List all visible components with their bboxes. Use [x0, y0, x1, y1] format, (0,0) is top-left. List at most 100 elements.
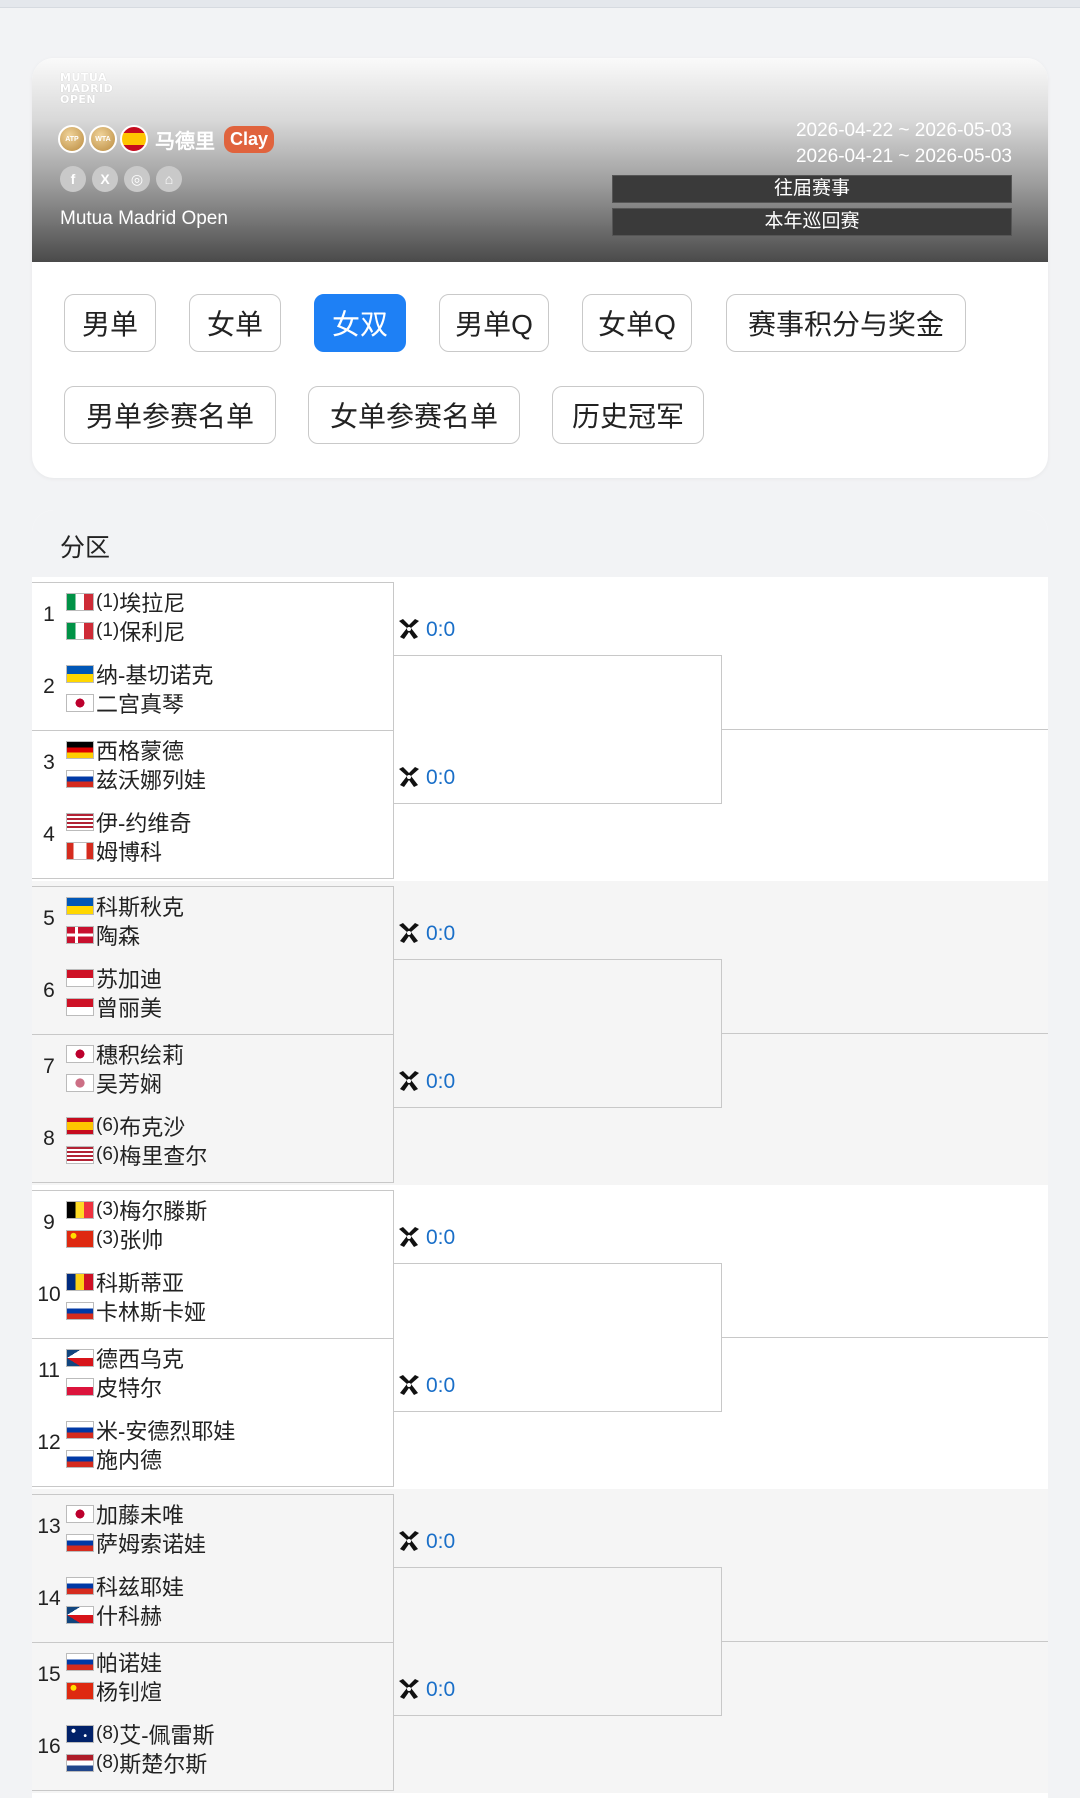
player-entry[interactable]: 姆博科	[66, 837, 162, 865]
flag-us-icon	[66, 1146, 94, 1164]
player-entry[interactable]: (1) 保利尼	[66, 617, 185, 645]
flag-jp-icon	[66, 694, 94, 712]
player-name: 施内德	[96, 1448, 163, 1473]
home-icon[interactable]: ⌂	[156, 166, 182, 192]
player-entry[interactable]: 施内德	[66, 1445, 162, 1473]
tab-womens-doubles[interactable]: 女双	[314, 294, 406, 352]
flag-it-icon	[66, 622, 94, 640]
player-entry[interactable]: 帕诺娃	[66, 1648, 162, 1676]
tab-mens-qualifying[interactable]: 男单Q	[439, 294, 549, 352]
draw-position-number: 6	[43, 979, 55, 1002]
tab-mens-entry-list[interactable]: 男单参赛名单	[64, 386, 276, 444]
player-entry[interactable]: 加藤未唯	[66, 1500, 184, 1528]
draw-position-number: 7	[43, 1055, 55, 1078]
draw-position-number: 9	[43, 1211, 55, 1234]
player-name: 穗积绘莉	[96, 1043, 185, 1068]
player-entry[interactable]: 德西乌克	[66, 1344, 184, 1372]
player-entry[interactable]: 穗积绘莉	[66, 1040, 184, 1068]
player-entry[interactable]: 二宫真琴	[66, 689, 184, 717]
player-name: 什科赫	[96, 1604, 163, 1629]
player-entry[interactable]: (6) 布克沙	[66, 1112, 185, 1140]
flag-it-icon	[66, 593, 94, 611]
player-entry[interactable]: 西格蒙德	[66, 736, 184, 764]
player-name: 梅里查尔	[119, 1144, 208, 1169]
draw-position-number: 16	[37, 1735, 61, 1758]
player-name: 曾丽美	[96, 996, 163, 1021]
seed-label: (3)	[96, 1228, 120, 1249]
player-entry[interactable]: 陶森	[66, 921, 140, 949]
tab-points-prize-money[interactable]: 赛事积分与奖金	[726, 294, 966, 352]
tab-womens-qualifying[interactable]: 女单Q	[582, 294, 692, 352]
date-range-2: 2026-04-21 ~ 2026-05-03	[795, 146, 1012, 167]
flag-ru-icon	[66, 1534, 94, 1552]
top-divider	[0, 0, 1080, 8]
seed-label: (8)	[96, 1752, 120, 1773]
player-entry[interactable]: (6) 梅里查尔	[66, 1141, 207, 1169]
player-name: 保利尼	[119, 620, 186, 645]
tab-past-champions[interactable]: 历史冠军	[552, 386, 704, 444]
flag-jp-icon	[66, 1505, 94, 1523]
surface-badge: Clay	[224, 125, 275, 153]
bracket-connector-line	[722, 1337, 1048, 1338]
player-name: 杨钊煊	[96, 1680, 163, 1705]
player-name: 科斯秋克	[96, 895, 185, 920]
player-entry[interactable]: 杨钊煊	[66, 1677, 162, 1705]
facebook-icon[interactable]: f	[60, 166, 86, 192]
tab-womens-singles[interactable]: 女单	[189, 294, 281, 352]
social-links: f X ◎ ⌂	[60, 166, 182, 192]
seed-label: (8)	[96, 1723, 120, 1744]
player-entry[interactable]: 萨姆索诺娃	[66, 1529, 206, 1557]
tournament-banner: MUTUA MADRID OPEN ATP WTA 马德里 Clay f X ◎…	[32, 58, 1048, 262]
bracket-connector	[394, 655, 722, 804]
player-entry[interactable]: (3) 梅尔滕斯	[66, 1196, 207, 1224]
player-entry[interactable]: (8) 艾-佩雷斯	[66, 1720, 215, 1748]
match-vs-icon	[399, 619, 419, 639]
player-name: 陶森	[96, 924, 141, 949]
draw-position-number: 14	[37, 1587, 61, 1610]
player-entry[interactable]: 伊-约维奇	[66, 808, 191, 836]
player-entry[interactable]: 什科赫	[66, 1601, 162, 1629]
player-entry[interactable]: 卡林斯卡娅	[66, 1297, 206, 1325]
season-tour-button[interactable]: 本年巡回赛	[612, 208, 1012, 236]
seed-label: (1)	[96, 620, 120, 641]
player-entry[interactable]: 皮特尔	[66, 1373, 162, 1401]
flag-de-icon	[66, 741, 94, 759]
player-entry[interactable]: 科斯蒂亚	[66, 1268, 184, 1296]
match-score[interactable]: 0:0	[396, 1224, 455, 1252]
player-name: 帕诺娃	[96, 1651, 163, 1676]
player-entry[interactable]: 苏加迪	[66, 964, 162, 992]
draw-position-number: 15	[37, 1663, 61, 1686]
player-entry[interactable]: 吴芳娴	[66, 1069, 162, 1097]
tab-womens-entry-list[interactable]: 女单参赛名单	[308, 386, 520, 444]
player-entry[interactable]: 米-安德烈耶娃	[66, 1416, 235, 1444]
player-name: 米-安德烈耶娃	[96, 1419, 236, 1444]
flag-id-icon	[66, 969, 94, 987]
flag-ru-icon	[66, 1450, 94, 1468]
instagram-icon[interactable]: ◎	[124, 166, 150, 192]
match-score[interactable]: 0:0	[396, 920, 455, 948]
match-score[interactable]: 0:0	[396, 616, 455, 644]
player-entry[interactable]: (1) 埃拉尼	[66, 588, 185, 616]
x-icon[interactable]: X	[92, 166, 118, 192]
match-score[interactable]: 0:0	[396, 1528, 455, 1556]
tab-mens-singles[interactable]: 男单	[64, 294, 156, 352]
player-entry[interactable]: (8) 斯楚尔斯	[66, 1749, 207, 1777]
flag-ca-icon	[66, 842, 94, 860]
draw-position-number: 10	[37, 1283, 61, 1306]
flag-cz-icon	[66, 1349, 94, 1367]
player-entry[interactable]: 曾丽美	[66, 993, 162, 1021]
player-entry[interactable]: (3) 张帅	[66, 1225, 163, 1253]
draw-position-number: 8	[43, 1127, 55, 1150]
match-vs-icon	[399, 1227, 419, 1247]
player-entry[interactable]: 科斯秋克	[66, 892, 184, 920]
bracket-connector-line	[722, 729, 1048, 730]
player-name: 德西乌克	[96, 1347, 185, 1372]
player-entry[interactable]: 科兹耶娃	[66, 1572, 184, 1600]
score-text: 0:0	[426, 1226, 456, 1249]
player-entry[interactable]: 兹沃娜列娃	[66, 765, 206, 793]
bracket-connector-line	[722, 1641, 1048, 1642]
draw-position-number: 5	[43, 907, 55, 930]
flag-dk-icon	[66, 926, 94, 944]
past-editions-button[interactable]: 往届赛事	[612, 175, 1012, 203]
player-entry[interactable]: 纳-基切诺克	[66, 660, 213, 688]
